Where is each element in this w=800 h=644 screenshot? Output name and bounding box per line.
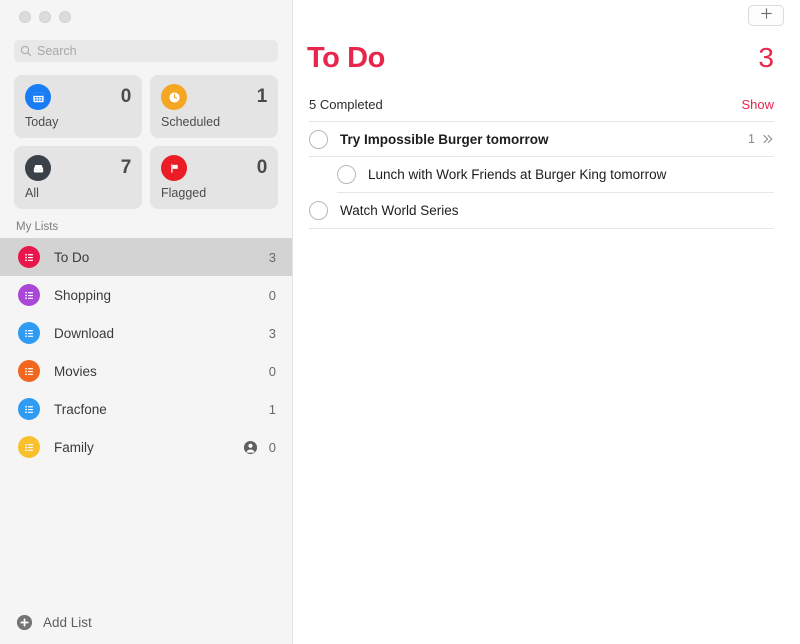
my-lists: To Do 3 Shopping 0 Download 3 Movies 0 T…: [0, 238, 292, 466]
task-title: Watch World Series: [340, 203, 459, 218]
smart-list-all-label: All: [25, 186, 39, 200]
smart-list-all[interactable]: 7 All: [14, 146, 142, 209]
sidebar-item-label: Tracfone: [54, 401, 107, 417]
list-header: To Do 3: [293, 31, 800, 75]
search-container: Search: [0, 34, 292, 62]
table-row[interactable]: Try Impossible Burger tomorrow 1: [309, 121, 774, 157]
smart-list-scheduled-count: 1: [256, 86, 268, 107]
minimize-button[interactable]: [39, 11, 51, 23]
smart-lists-grid: 0 Today 1 Scheduled 7 All 0 Flagged: [0, 62, 292, 209]
sidebar-item-label: Movies: [54, 363, 97, 379]
task-checkbox[interactable]: [309, 201, 328, 220]
main-toolbar: [293, 0, 800, 31]
shared-person-icon: [243, 440, 258, 455]
task-checkbox[interactable]: [309, 129, 328, 149]
sidebar-item-tracfone[interactable]: Tracfone 1: [0, 390, 292, 428]
task-subtask-count: 1: [748, 132, 755, 146]
sidebar-item-movies[interactable]: Movies 0: [0, 352, 292, 390]
list-icon: [18, 246, 40, 268]
smart-list-flagged-count: 0: [256, 157, 268, 178]
list-total-count: 3: [758, 42, 774, 73]
window-controls: [0, 0, 292, 34]
task-meta: 1: [748, 132, 774, 146]
smart-list-flagged-top: 0: [161, 155, 267, 181]
sidebar-item-label: Download: [54, 325, 115, 341]
plus-icon: [760, 7, 773, 25]
search-input[interactable]: Search: [14, 40, 278, 62]
task-list: Try Impossible Burger tomorrow 1 Lunch w…: [293, 121, 800, 229]
sidebar: Search 0 Today 1 Scheduled 7 All 0 Flagg…: [0, 0, 293, 644]
task-title: Try Impossible Burger tomorrow: [340, 131, 549, 147]
plus-circle-icon: [16, 614, 33, 631]
sidebar-item-count: 0: [268, 287, 276, 303]
sidebar-item-download[interactable]: Download 3: [0, 314, 292, 352]
sidebar-item-label: Family: [54, 439, 94, 455]
sidebar-item-family[interactable]: Family 0: [0, 428, 292, 466]
sidebar-item-count: 0: [268, 363, 276, 379]
smart-list-scheduled-top: 1: [161, 84, 267, 110]
add-list-button[interactable]: Add List: [0, 600, 292, 644]
page-title: To Do: [307, 42, 385, 74]
smart-list-all-top: 7: [25, 155, 131, 181]
smart-list-scheduled[interactable]: 1 Scheduled: [150, 75, 278, 138]
flag-icon: [161, 155, 187, 181]
reminders-window: Search 0 Today 1 Scheduled 7 All 0 Flagg…: [0, 0, 800, 644]
completed-summary-row: 5 Completed Show: [293, 87, 800, 121]
add-reminder-button[interactable]: [748, 5, 784, 26]
smart-list-today[interactable]: 0 Today: [14, 75, 142, 138]
task-checkbox[interactable]: [337, 165, 356, 184]
search-icon: [20, 45, 32, 57]
smart-list-scheduled-label: Scheduled: [161, 115, 221, 129]
clock-icon: [161, 84, 187, 110]
add-list-label: Add List: [43, 614, 92, 630]
smart-list-today-label: Today: [25, 115, 59, 129]
sidebar-item-count: 0: [268, 439, 276, 455]
calendar-icon: [25, 84, 51, 110]
list-icon: [18, 322, 40, 344]
my-lists-header: My Lists: [16, 221, 59, 233]
task-title: Lunch with Work Friends at Burger King t…: [368, 167, 667, 182]
smart-list-flagged-label: Flagged: [161, 186, 207, 200]
close-button[interactable]: [19, 11, 31, 23]
smart-list-today-top: 0: [25, 84, 131, 110]
smart-list-all-count: 7: [120, 157, 132, 178]
table-row[interactable]: Watch World Series: [309, 193, 774, 229]
inbox-icon: [25, 155, 51, 181]
sidebar-item-shopping[interactable]: Shopping 0: [0, 276, 292, 314]
sidebar-item-count: 3: [268, 325, 276, 341]
list-icon: [18, 284, 40, 306]
list-icon: [18, 360, 40, 382]
table-row[interactable]: Lunch with Work Friends at Burger King t…: [337, 157, 774, 193]
show-completed-link[interactable]: Show: [741, 97, 774, 112]
sidebar-item-label: To Do: [54, 249, 90, 265]
sidebar-item-label: Shopping: [54, 287, 112, 303]
list-icon: [18, 436, 40, 458]
zoom-button[interactable]: [59, 11, 71, 23]
search-placeholder: Search: [37, 43, 77, 58]
smart-list-flagged[interactable]: 0 Flagged: [150, 146, 278, 209]
sidebar-item-to-do[interactable]: To Do 3: [0, 238, 292, 276]
completed-count-label: 5 Completed: [309, 96, 383, 112]
chevron-double-right-icon[interactable]: [762, 133, 774, 145]
smart-list-today-count: 0: [120, 86, 132, 107]
sidebar-item-count: 3: [268, 249, 276, 265]
sidebar-item-count: 1: [268, 401, 276, 417]
main-content: To Do 3 5 Completed Show Try Impossible …: [293, 0, 800, 644]
list-icon: [18, 398, 40, 420]
